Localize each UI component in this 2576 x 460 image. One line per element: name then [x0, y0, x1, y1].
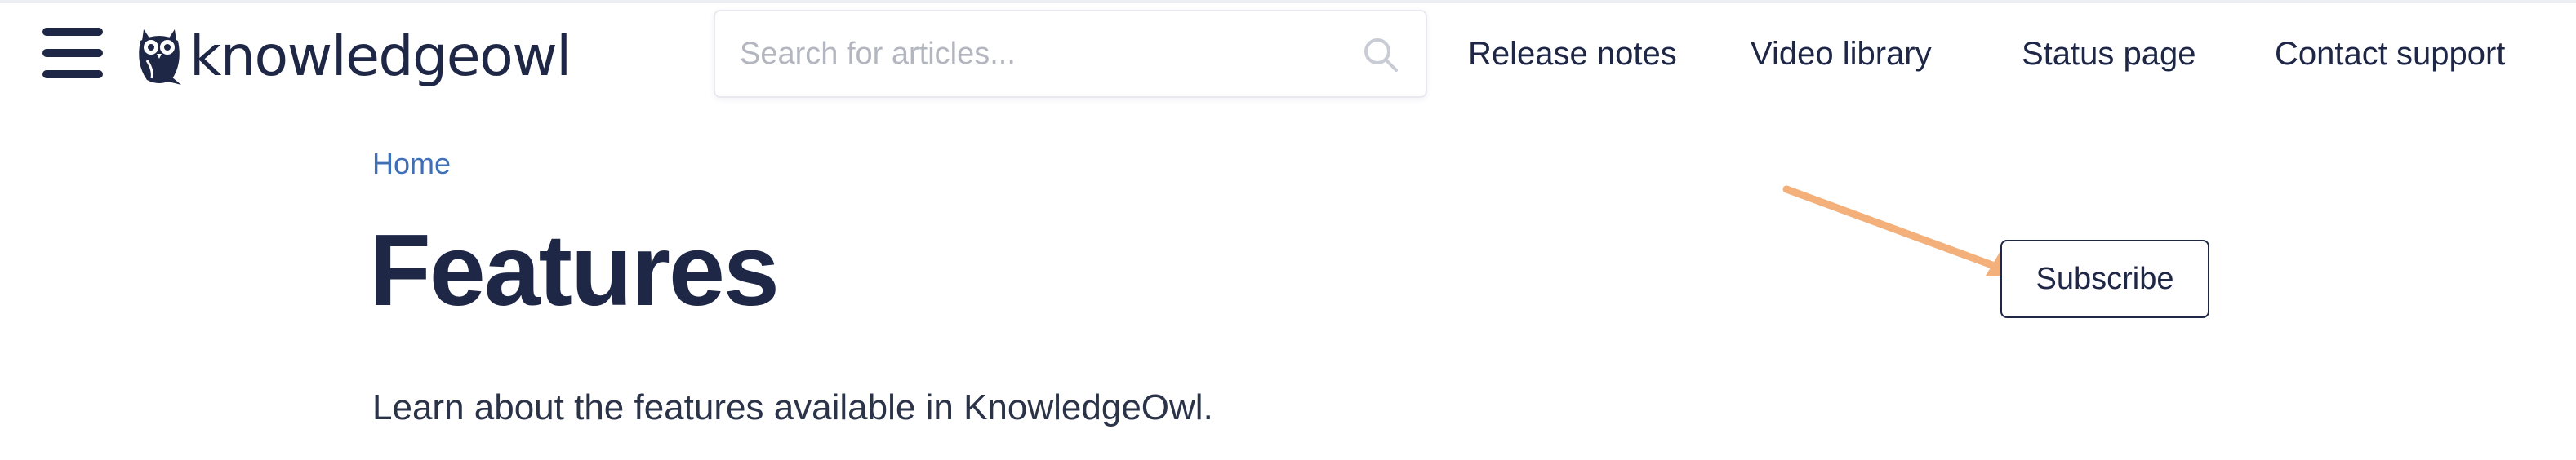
page: knowledgeowl Release notes Video library…: [0, 0, 2576, 460]
nav-status-page[interactable]: Status page: [2022, 29, 2196, 78]
menu-bar: [42, 70, 103, 78]
nav-release-notes[interactable]: Release notes: [1468, 29, 1677, 78]
header-top-border: [0, 0, 2576, 3]
page-title: Features: [369, 215, 780, 327]
subscribe-button[interactable]: Subscribe: [2000, 240, 2209, 318]
site-logo[interactable]: knowledgeowl: [136, 18, 572, 91]
logo-wordmark: knowledgeowl: [189, 24, 572, 89]
site-header: knowledgeowl Release notes Video library…: [0, 0, 2576, 114]
category-description: Learn about the features available in Kn…: [372, 387, 1213, 427]
search-input[interactable]: [715, 36, 1336, 72]
search-box: [714, 10, 1427, 98]
search-icon[interactable]: [1362, 36, 1399, 73]
owl-logo-icon: [139, 29, 181, 85]
hamburger-menu-icon[interactable]: [42, 28, 103, 78]
breadcrumb-home[interactable]: Home: [372, 147, 451, 181]
nav-contact-support[interactable]: Contact support: [2275, 29, 2505, 78]
menu-bar: [42, 49, 103, 57]
menu-bar: [42, 28, 103, 36]
nav-video-library[interactable]: Video library: [1751, 29, 1932, 78]
